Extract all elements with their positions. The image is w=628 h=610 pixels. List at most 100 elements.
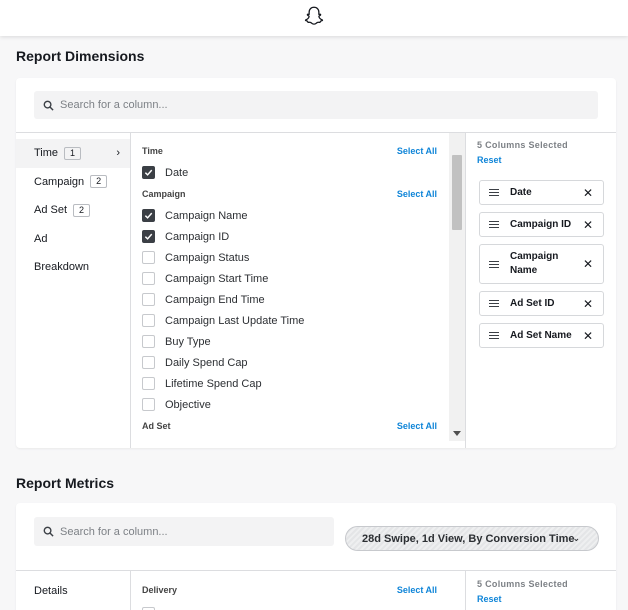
option-label: Campaign Last Update Time	[165, 314, 305, 327]
checkbox[interactable]	[142, 293, 155, 306]
option-campaign-end-time[interactable]: Campaign End Time	[131, 289, 449, 310]
drag-handle-icon[interactable]	[489, 330, 499, 341]
dimensions-card: Search for a column... Time 1 › Campaign…	[16, 78, 616, 448]
chevron-right-icon: ›	[116, 147, 120, 160]
close-icon[interactable]: ✕	[583, 257, 593, 271]
close-icon[interactable]: ✕	[583, 329, 593, 343]
chip-label: Campaign ID	[510, 218, 572, 230]
metrics-selected-panel: 5 Columns Selected Reset	[466, 571, 616, 610]
checkbox-checked[interactable]	[142, 209, 155, 222]
option-campaign-last-update-time[interactable]: Campaign Last Update Time	[131, 310, 449, 331]
option-label: Campaign Start Time	[165, 272, 269, 285]
nav-item-label: Breakdown	[34, 261, 90, 274]
option-label: Campaign Status	[165, 251, 250, 264]
close-icon[interactable]: ✕	[583, 218, 593, 232]
search-icon	[43, 526, 54, 537]
select-all-time-link[interactable]: Select All	[397, 146, 437, 156]
metrics-card: Search for a column... Details Delivery …	[16, 503, 616, 610]
nav-item-time[interactable]: Time 1 ›	[16, 139, 130, 168]
option-lifetime-spend-cap[interactable]: Lifetime Spend Cap	[131, 373, 449, 394]
option-label: Campaign Name	[165, 209, 248, 222]
option-label: Daily Spend Cap	[165, 356, 248, 369]
selected-columns-header: 5 Columns Selected	[477, 140, 568, 150]
select-all-campaign-link[interactable]: Select All	[397, 189, 437, 199]
reset-link[interactable]: Reset	[466, 594, 616, 604]
checkbox[interactable]	[142, 356, 155, 369]
top-bar	[0, 0, 628, 36]
group-label: Campaign	[142, 189, 186, 199]
scroll-down-arrow-icon[interactable]	[453, 431, 461, 436]
option-label: Campaign ID	[165, 230, 230, 243]
snapchat-ghost-icon[interactable]	[303, 5, 325, 32]
options-scrollbar[interactable]	[449, 133, 465, 441]
nav-item-label: Ad Set	[34, 204, 68, 217]
group-header-time: Time Select All	[131, 140, 449, 162]
selected-columns-panel: 5 Columns Selected Reset Date ✕ Campaign…	[466, 133, 616, 447]
group-header-delivery: Delivery Select All	[131, 579, 449, 601]
metric-options-list: Delivery Select All	[131, 579, 449, 610]
option-campaign-start-time[interactable]: Campaign Start Time	[131, 268, 449, 289]
checkbox[interactable]	[142, 272, 155, 285]
reset-link[interactable]: Reset	[466, 155, 616, 165]
nav-item-details[interactable]: Details	[16, 577, 130, 606]
drag-handle-icon[interactable]	[489, 187, 499, 198]
option-label: Campaign End Time	[165, 293, 265, 306]
group-label: Time	[142, 146, 163, 156]
search-icon	[43, 100, 54, 111]
select-all-delivery-link[interactable]: Select All	[397, 585, 437, 595]
option-date[interactable]: Date	[131, 162, 449, 183]
checkbox-checked[interactable]	[142, 166, 155, 179]
checkbox[interactable]	[142, 251, 155, 264]
attribution-window-dropdown[interactable]: 28d Swipe, 1d View, By Conversion Time ⌄	[345, 526, 599, 551]
checkbox[interactable]	[142, 335, 155, 348]
option-buy-type[interactable]: Buy Type	[131, 331, 449, 352]
nav-item-label: Details	[34, 585, 68, 598]
scrollbar-thumb[interactable]	[452, 155, 462, 230]
attribution-label: 28d Swipe, 1d View, By Conversion Time	[362, 532, 575, 545]
selected-count-badge: 1	[64, 146, 82, 160]
checkbox-checked[interactable]	[142, 230, 155, 243]
nav-item-breakdown[interactable]: Breakdown	[16, 253, 130, 282]
chip-label: Date	[510, 186, 532, 198]
group-label: Delivery	[142, 585, 178, 595]
selected-chip-campaign-name[interactable]: Campaign Name ✕	[479, 244, 604, 284]
nav-item-ad[interactable]: Ad	[16, 225, 130, 254]
close-icon[interactable]: ✕	[583, 297, 593, 311]
nav-item-label: Campaign	[34, 175, 85, 188]
chip-label: Campaign Name	[510, 251, 559, 276]
search-placeholder: Search for a column...	[60, 525, 168, 538]
option-objective[interactable]: Objective	[131, 394, 449, 415]
selected-count-badge: 2	[73, 203, 91, 217]
metrics-search-input[interactable]: Search for a column...	[34, 517, 334, 546]
option-campaign-status[interactable]: Campaign Status	[131, 247, 449, 268]
selected-count-badge: 2	[90, 175, 108, 189]
selected-chip-campaign-id[interactable]: Campaign ID ✕	[479, 212, 604, 237]
dimensions-title: Report Dimensions	[16, 48, 145, 64]
search-placeholder: Search for a column...	[60, 99, 168, 111]
option-daily-spend-cap[interactable]: Daily Spend Cap	[131, 352, 449, 373]
group-header-ad-set: Ad Set Select All	[131, 415, 449, 437]
checkbox[interactable]	[142, 398, 155, 411]
close-icon[interactable]: ✕	[583, 186, 593, 200]
option-campaign-name[interactable]: Campaign Name	[131, 205, 449, 226]
drag-handle-icon[interactable]	[489, 259, 499, 270]
drag-handle-icon[interactable]	[489, 219, 499, 230]
nav-item-campaign[interactable]: Campaign 2	[16, 168, 130, 197]
selected-chip-ad-set-id[interactable]: Ad Set ID ✕	[479, 291, 604, 316]
checkbox[interactable]	[142, 314, 155, 327]
chevron-down-icon: ⌄	[572, 533, 580, 543]
dimension-category-nav: Time 1 › Campaign 2 Ad Set 2 Ad Breakdow…	[16, 139, 130, 282]
column-options-list: Time Select All Date Campaign Select All…	[131, 140, 449, 446]
option-campaign-id[interactable]: Campaign ID	[131, 226, 449, 247]
drag-handle-icon[interactable]	[489, 298, 499, 309]
nav-item-label: Time	[34, 147, 59, 160]
nav-item-ad-set[interactable]: Ad Set 2	[16, 196, 130, 225]
option-label: Objective	[165, 398, 211, 411]
option-partially-hidden[interactable]	[131, 601, 449, 610]
select-all-ad-set-link[interactable]: Select All	[397, 421, 437, 431]
selected-chip-ad-set-name[interactable]: Ad Set Name ✕	[479, 323, 604, 348]
dimensions-search-input[interactable]: Search for a column...	[34, 91, 598, 119]
checkbox[interactable]	[142, 377, 155, 390]
chip-label: Ad Set Name	[510, 329, 572, 341]
selected-chip-date[interactable]: Date ✕	[479, 180, 604, 205]
